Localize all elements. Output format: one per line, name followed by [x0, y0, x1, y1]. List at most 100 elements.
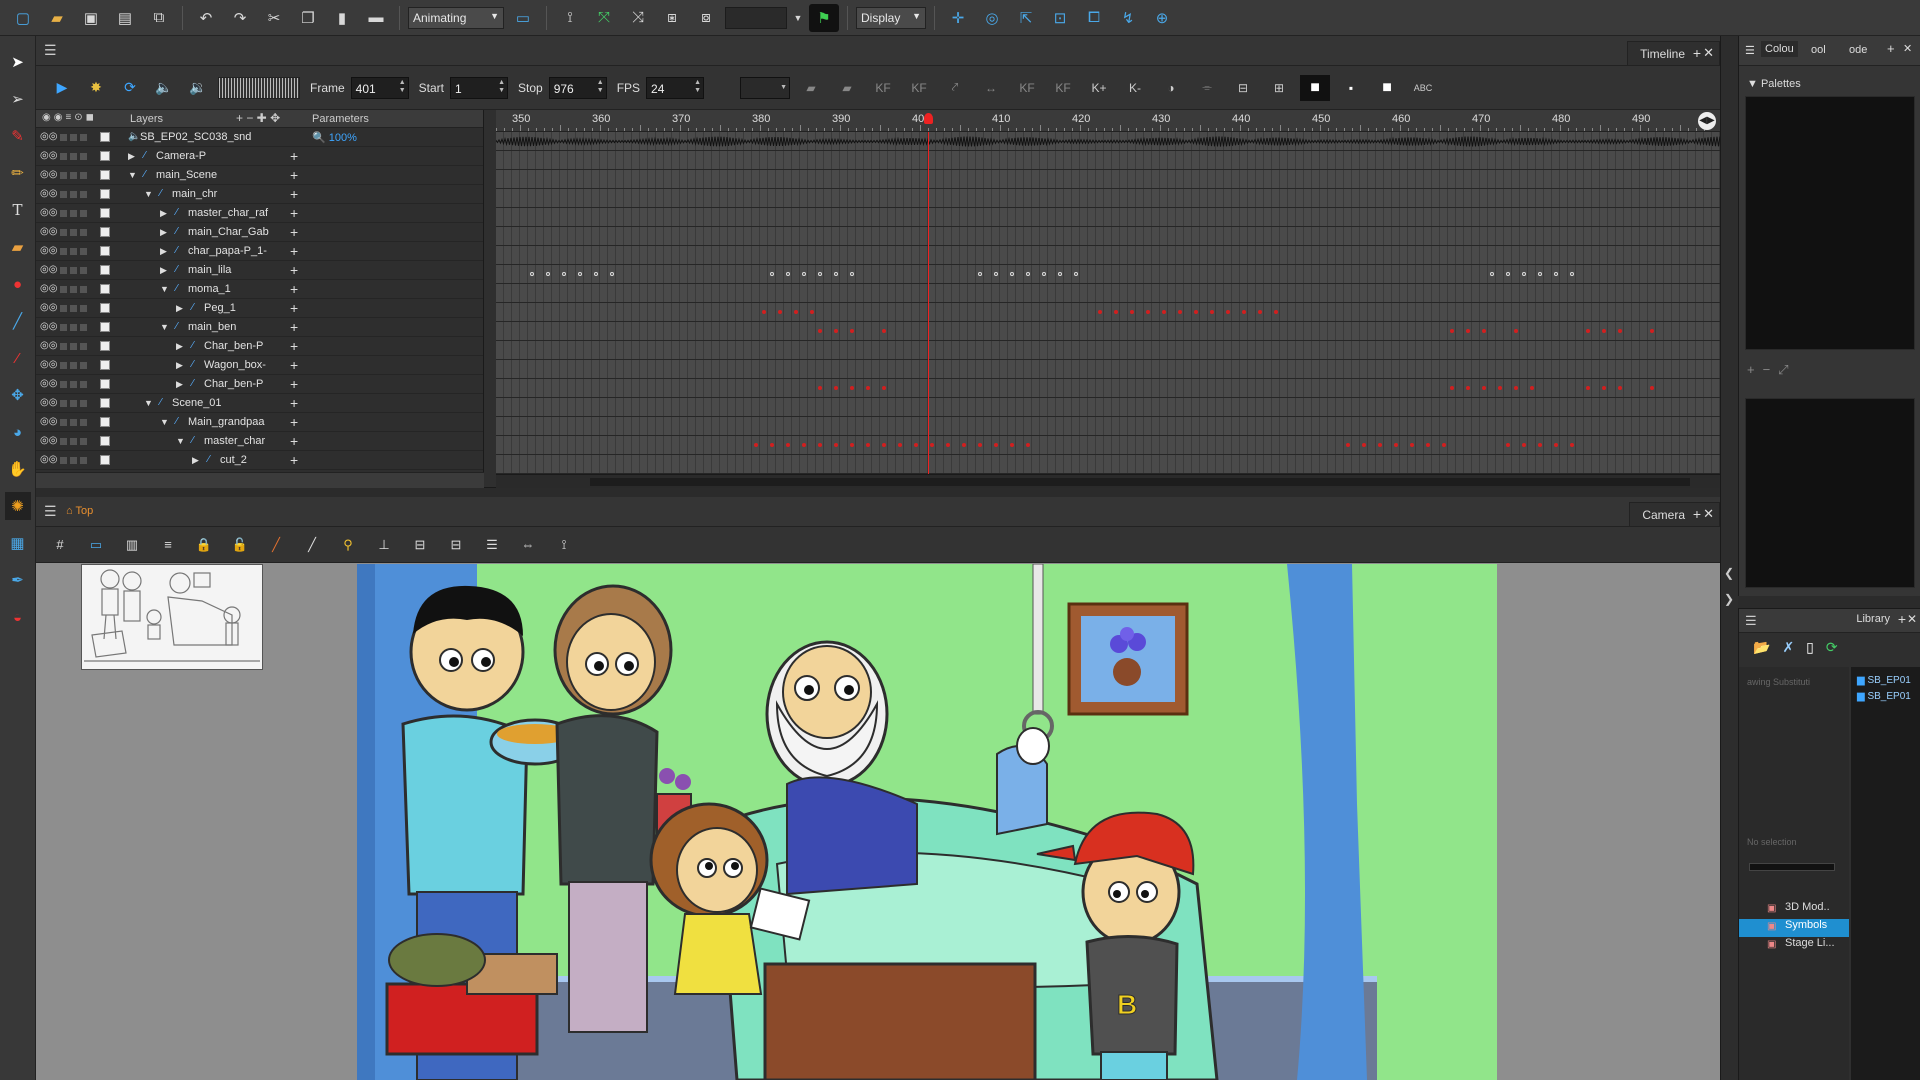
- keyframe-marker[interactable]: [1242, 310, 1246, 314]
- layers-icon[interactable]: ≡: [154, 532, 182, 558]
- add-layer-icon[interactable]: +: [290, 338, 298, 354]
- layer-row[interactable]: ◎◎ ▼ ⁄ Scene_01 +: [36, 394, 483, 413]
- playhead[interactable]: [928, 132, 929, 474]
- volume-slider[interactable]: [218, 76, 300, 99]
- open-scene-icon[interactable]: ▰: [42, 4, 72, 32]
- grid-tool-icon[interactable]: ▦: [5, 529, 31, 557]
- keyframe-marker[interactable]: [930, 443, 934, 447]
- layer-up-icon[interactable]: ⊟: [442, 532, 470, 558]
- layer-checkbox[interactable]: [100, 246, 110, 256]
- keyframe-marker[interactable]: [802, 443, 806, 447]
- eraser-tool-icon[interactable]: ▰: [5, 233, 31, 261]
- new-scene-icon[interactable]: ▢: [8, 4, 38, 32]
- clear-icon[interactable]: ⌯: [1192, 75, 1222, 101]
- fps-field[interactable]: 24 ▲ ▼: [646, 76, 705, 99]
- keyframe-marker[interactable]: [834, 443, 838, 447]
- layer-tools-icon[interactable]: + − ✚ ✥: [236, 111, 280, 125]
- keyframe-marker[interactable]: [1570, 443, 1574, 447]
- keyframe-marker[interactable]: [1098, 310, 1102, 314]
- palettes-section[interactable]: ▼ Palettes: [1747, 78, 1801, 90]
- deform-icon[interactable]: ⤨: [623, 4, 653, 32]
- eye-icon[interactable]: ◎◎: [40, 416, 57, 427]
- keyframe-marker[interactable]: [1506, 443, 1510, 447]
- keyframe-track[interactable]: [496, 303, 1720, 322]
- keyframe-marker[interactable]: [1426, 443, 1430, 447]
- eye-icon[interactable]: ◎◎: [40, 283, 57, 294]
- new-symbol-icon[interactable]: ▯: [1806, 639, 1814, 663]
- layer-row[interactable]: ◎◎ 🔈 SB_EP02_SC038_snd 🔍 100%: [36, 128, 483, 147]
- add-layer-icon[interactable]: +: [290, 243, 298, 259]
- layer-row[interactable]: ◎◎ ▶ ⁄ cut_2 +: [36, 451, 483, 470]
- keyframe-marker[interactable]: [1442, 443, 1446, 447]
- copy-icon[interactable]: ❐: [293, 4, 323, 32]
- keyframe-marker[interactable]: [1650, 386, 1654, 390]
- lock-all-icon[interactable]: 🔓: [226, 532, 254, 558]
- keyframe-marker[interactable]: [914, 443, 918, 447]
- keyframe-marker[interactable]: [834, 272, 838, 276]
- collapse-icon[interactable]: ▼: [160, 322, 169, 332]
- keyframe-marker[interactable]: [818, 329, 822, 333]
- keyframe-marker[interactable]: [1450, 386, 1454, 390]
- extend-exposure-icon[interactable]: ⊟: [1228, 75, 1258, 101]
- keyframe-marker[interactable]: [882, 443, 886, 447]
- eye-icon[interactable]: ◎◎: [40, 207, 57, 218]
- keyframe-marker[interactable]: [1274, 310, 1278, 314]
- layer-toggles[interactable]: [60, 438, 88, 445]
- add-layer-icon[interactable]: +: [290, 395, 298, 411]
- start-field[interactable]: 1 ▲ ▼: [450, 76, 509, 99]
- layer-row[interactable]: ◎◎ ▶ ⁄ Char_ben-P +: [36, 337, 483, 356]
- close-icon[interactable]: ✕: [1703, 506, 1714, 522]
- keyframe-marker[interactable]: [850, 386, 854, 390]
- keyframe-marker[interactable]: [1194, 310, 1198, 314]
- keyframe-marker[interactable]: [1010, 272, 1014, 276]
- substitution-slider[interactable]: [1749, 863, 1835, 871]
- add-drawing-layer-icon[interactable]: ▰: [796, 75, 826, 101]
- layer-toggles[interactable]: [60, 362, 88, 369]
- close-icon[interactable]: ✕: [1903, 42, 1912, 55]
- light-table-icon[interactable]: ▥: [118, 532, 146, 558]
- keyframe-marker[interactable]: [850, 329, 854, 333]
- keyframe-marker[interactable]: [818, 386, 822, 390]
- add-view-icon[interactable]: +: [1898, 611, 1906, 627]
- lock-icon[interactable]: 🔒: [190, 532, 218, 558]
- layer-row[interactable]: ◎◎ ▼ ⁄ main_ben +: [36, 318, 483, 337]
- keyframe-marker[interactable]: [818, 443, 822, 447]
- add-layer-icon[interactable]: +: [290, 433, 298, 449]
- library-entry[interactable]: ▆ SB_EP01: [1851, 691, 1920, 707]
- stop-field[interactable]: 976 ▲ ▼: [548, 76, 607, 99]
- keyframe-marker[interactable]: [978, 272, 982, 276]
- eye-icon[interactable]: ◎◎: [40, 131, 57, 142]
- keyframe-marker[interactable]: [802, 272, 806, 276]
- layer-checkbox[interactable]: [100, 379, 110, 389]
- layer-checkbox[interactable]: [100, 436, 110, 446]
- layer-toggles[interactable]: [60, 191, 88, 198]
- play-selection-icon[interactable]: ✸: [82, 75, 110, 101]
- keyframe-marker[interactable]: [1586, 386, 1590, 390]
- eye-icon[interactable]: ◎◎: [40, 435, 57, 446]
- keyframe-marker[interactable]: [762, 310, 766, 314]
- visibility-toggles-icon[interactable]: ◉◉≡⊙◼: [42, 112, 97, 123]
- layer-toggles[interactable]: [60, 286, 88, 293]
- text-tool-icon[interactable]: T: [5, 196, 31, 224]
- flag-icon[interactable]: ⚑: [809, 3, 839, 32]
- split-icon[interactable]: ⊞: [1264, 75, 1294, 101]
- add-layer-icon[interactable]: +: [290, 148, 298, 164]
- layer-toggles[interactable]: [60, 267, 88, 274]
- group-icon[interactable]: ⧠: [1079, 4, 1109, 32]
- contour-editor-icon[interactable]: ➢: [5, 85, 31, 113]
- keyframe-marker[interactable]: [1570, 272, 1574, 276]
- keyframe-marker[interactable]: [882, 329, 886, 333]
- expand-icon[interactable]: ▶: [160, 227, 167, 238]
- tab-colour[interactable]: Colou: [1761, 41, 1798, 57]
- animate-tool-icon[interactable]: ✺: [4, 492, 31, 520]
- add-layer-icon[interactable]: +: [290, 262, 298, 278]
- pencil-tool-icon[interactable]: ✏: [5, 159, 31, 187]
- remove-keyframe-icon[interactable]: KF: [904, 75, 934, 101]
- layer-toggles[interactable]: [60, 324, 88, 331]
- keyframe-marker[interactable]: [866, 386, 870, 390]
- eye-icon[interactable]: ◎◎: [40, 340, 57, 351]
- keyframe-marker[interactable]: [562, 272, 566, 276]
- expand-icon[interactable]: ▶: [192, 455, 199, 466]
- layer-row[interactable]: ◎◎ ▶ ⁄ char_papa-P_1- +: [36, 242, 483, 261]
- display-select[interactable]: Display ▼: [856, 6, 926, 29]
